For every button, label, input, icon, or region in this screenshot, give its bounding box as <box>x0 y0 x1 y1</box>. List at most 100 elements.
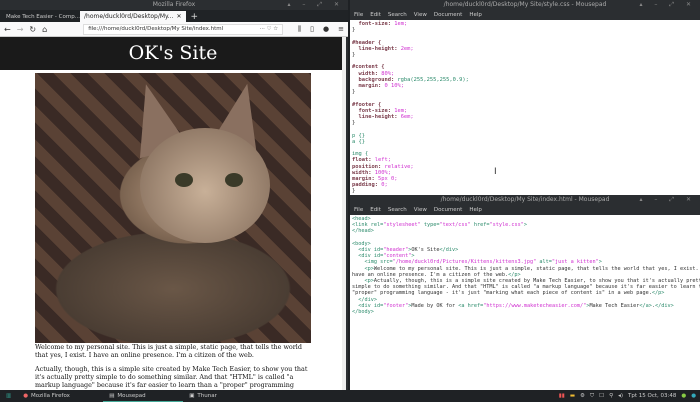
firefox-window: Mozilla Firefox ▴ – ⤢ ✕ Make Tech Easier… <box>0 0 348 390</box>
menu-item[interactable]: View <box>414 205 427 215</box>
firefox-icon: ● <box>23 393 29 399</box>
code-line: "proper" programming language - it's jus… <box>352 290 698 296</box>
code-token: href= <box>467 302 484 309</box>
url-bar[interactable]: file:///home/duckl0rd/Desktop/My Site/in… <box>83 23 284 35</box>
notes-icon[interactable]: ▬ <box>570 393 575 399</box>
code-token: > <box>598 259 602 266</box>
paragraph: Welcome to my personal site. This is jus… <box>35 343 302 360</box>
code-token: position: <box>352 163 385 170</box>
code-token: <div <box>352 302 374 309</box>
code-token: rel= <box>370 222 384 229</box>
new-tab-button[interactable]: + <box>186 12 204 22</box>
code-token: 6em; <box>400 114 414 120</box>
code-token: "/home/duckl0rd/Pictures/Kittens/kittens… <box>392 259 540 266</box>
site-content: Welcome to my personal site. This is jus… <box>35 343 313 390</box>
forward-icon[interactable]: → <box>17 25 24 34</box>
volume-icon[interactable]: ◂) <box>618 393 623 399</box>
menu-icon[interactable]: ≡ <box>338 25 344 34</box>
window-controls[interactable]: ▴ – ⤢ ✕ <box>639 0 696 10</box>
workspace-icon[interactable]: ▮▮ <box>559 393 565 399</box>
menu-item[interactable]: Edit <box>370 205 381 215</box>
menu-item[interactable]: Edit <box>370 10 381 20</box>
code-token: id= <box>373 247 384 253</box>
mousepad-icon: ▤ <box>109 392 115 399</box>
code-editor[interactable]: font-size: 1em;} #header { line-height: 2… <box>350 20 700 195</box>
mousepad-html-window: /home/duckl0rd/Desktop/My Site/index.htm… <box>350 195 700 390</box>
code-token: } <box>352 52 356 58</box>
library-icon[interactable]: ⫼ <box>298 25 301 34</box>
task-mousepad[interactable]: ▤ Mousepad <box>103 390 184 402</box>
code-token: <body> <box>352 240 371 247</box>
task-label: Mousepad <box>117 392 146 399</box>
code-token: relative; <box>384 163 414 170</box>
close-icon[interactable]: ✕ <box>176 13 181 20</box>
scrollbar[interactable] <box>342 37 346 390</box>
sidebar-icon[interactable]: ▯ <box>310 25 314 34</box>
web-page: OK's Site Welcome to my personal site. T… <box>0 37 346 390</box>
folder-icon: ▣ <box>189 393 195 399</box>
firefox-window-title: Mozilla Firefox <box>152 1 196 8</box>
reload-icon[interactable]: ↻ <box>29 25 36 34</box>
code-token: <p> <box>352 265 374 272</box>
code-token: "footer" <box>383 302 409 309</box>
code-token: <head> <box>352 216 371 222</box>
mousepad-css-window: /home/duckl0rd/Desktop/My Site/style.css… <box>350 0 700 195</box>
power-icon[interactable]: ● <box>691 393 696 399</box>
titlebar: /home/duckl0rd/Desktop/My Site/index.htm… <box>350 195 700 205</box>
code-token: float: <box>352 157 375 164</box>
code-token: 80%; <box>381 70 395 77</box>
code-token: </body> <box>352 309 374 316</box>
code-token: <link <box>352 222 371 229</box>
code-token: background: <box>352 76 398 83</box>
code-token: a {} <box>352 138 365 145</box>
display-icon[interactable]: ☐ <box>599 393 604 399</box>
code-token: width: <box>352 169 375 176</box>
menu-item[interactable]: Document <box>434 10 463 20</box>
menu-item[interactable]: Document <box>434 205 463 215</box>
network-icon[interactable]: ⚲ <box>609 393 613 399</box>
task-label: Thunar <box>197 393 217 399</box>
menu-item[interactable]: File <box>354 10 363 20</box>
home-icon[interactable]: ⌂ <box>42 25 47 34</box>
tab-index-html[interactable]: /home/duckl0rd/Desktop/My... ✕ <box>80 11 186 22</box>
account-icon[interactable]: ● <box>323 25 329 34</box>
shield-icon[interactable]: ⛉ <box>590 393 594 400</box>
task-firefox[interactable]: ● Mozilla Firefox <box>17 390 97 402</box>
menu-item[interactable]: Search <box>388 10 407 20</box>
code-token: 0; <box>381 182 388 189</box>
code-token: p {} <box>352 132 365 139</box>
code-token: 100%; <box>374 169 391 176</box>
window-controls[interactable]: ▴ – ⤢ ✕ <box>287 0 344 10</box>
task-thunar[interactable]: ▣ Thunar <box>183 390 263 402</box>
status-icon[interactable]: ● <box>681 393 686 399</box>
menu-bar: File Edit Search View Document Help <box>350 205 700 215</box>
app-menu-icon[interactable]: ▥ <box>0 393 17 399</box>
code-token: 5px 0; <box>377 176 398 182</box>
menu-item[interactable]: Help <box>469 10 482 20</box>
settings-icon[interactable]: ⚙ <box>580 393 585 399</box>
code-token: #header { <box>352 39 382 46</box>
code-token: font-size: <box>352 107 395 114</box>
code-token: simple to do something similar. And that… <box>352 284 700 291</box>
code-token: "style.css" <box>489 222 524 229</box>
back-icon[interactable]: ← <box>4 25 11 34</box>
code-token: } <box>352 89 356 96</box>
code-token: <p> <box>352 278 374 285</box>
url-text: file:///home/duckl0rd/Desktop/My Site/in… <box>88 25 224 32</box>
menu-item[interactable]: View <box>414 10 427 20</box>
code-token: </div> <box>655 302 674 309</box>
window-controls[interactable]: ▴ – ⤢ ✕ <box>639 195 696 205</box>
code-token: "https://www.maketecheasier.com/" <box>483 302 587 309</box>
code-token: have an online presence. I'm a citizen o… <box>352 271 509 278</box>
code-token: id= <box>373 302 384 309</box>
page-actions-icon[interactable]: ··· ♡ ☆ <box>260 25 279 34</box>
code-editor[interactable]: <head> <link rel="stylesheet" type="text/… <box>350 215 700 316</box>
code-token: 1em; <box>394 107 408 114</box>
tab-make-tech-easier[interactable]: Make Tech Easier - Comp...✕ <box>2 11 80 22</box>
clock[interactable]: Tpt 15 Oct, 03:48 <box>628 393 676 399</box>
menu-item[interactable]: File <box>354 205 363 215</box>
code-token: } <box>352 120 356 127</box>
menu-item[interactable]: Search <box>388 205 407 215</box>
code-token: <div <box>352 247 374 253</box>
menu-item[interactable]: Help <box>469 205 482 215</box>
